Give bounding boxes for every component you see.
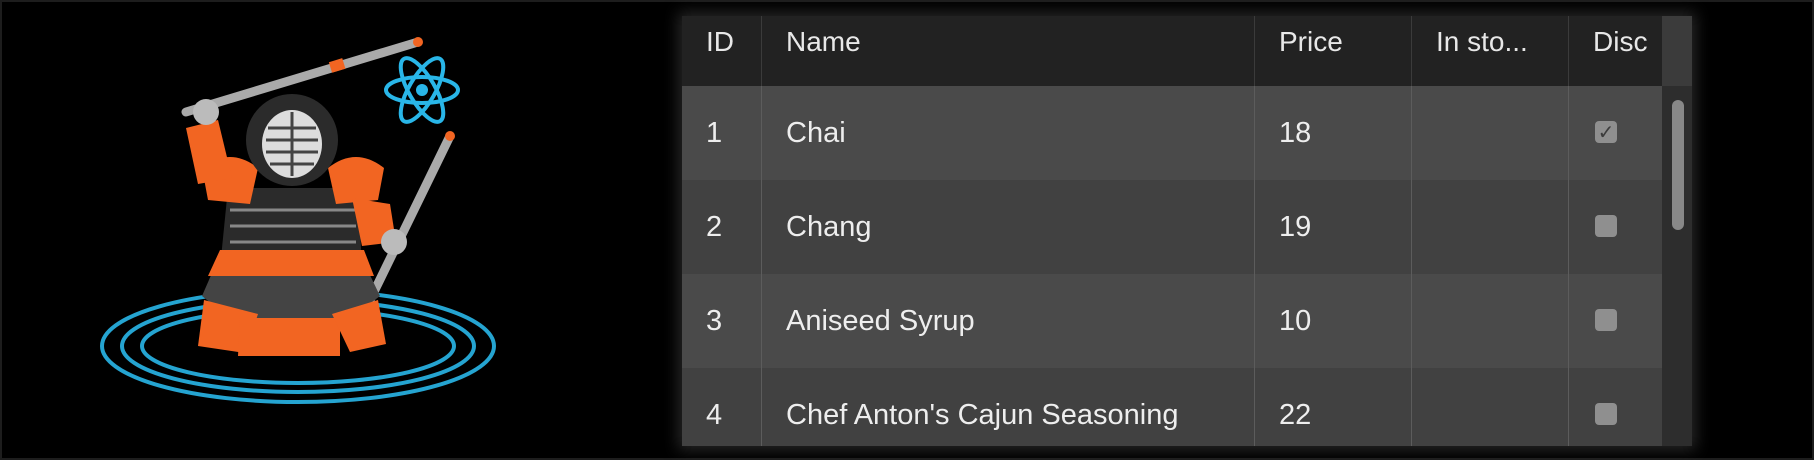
column-header-name[interactable]: Name xyxy=(762,16,1255,86)
discontinued-checkbox[interactable]: ✓ xyxy=(1595,121,1617,143)
cell-name: Chef Anton's Cajun Seasoning xyxy=(762,368,1255,446)
discontinued-checkbox[interactable] xyxy=(1595,309,1617,331)
discontinued-checkbox[interactable] xyxy=(1595,215,1617,237)
table-row[interactable]: 3 Aniseed Syrup 10 xyxy=(682,274,1662,368)
grid-header: ID Name Price In sto... Disc xyxy=(682,16,1662,86)
cell-id: 3 xyxy=(682,274,762,368)
products-grid: ID Name Price In sto... Disc 1 Chai 18 ✓… xyxy=(682,16,1692,446)
column-header-id[interactable]: ID xyxy=(682,16,762,86)
cell-in-stock xyxy=(1412,274,1569,368)
kendo-ninja-react-logo xyxy=(100,37,496,404)
cell-discontinued xyxy=(1569,180,1662,274)
cell-in-stock xyxy=(1412,86,1569,180)
cell-id: 4 xyxy=(682,368,762,446)
cell-price: 22 xyxy=(1255,368,1412,446)
table-row[interactable]: 2 Chang 19 xyxy=(682,180,1662,274)
cell-price: 10 xyxy=(1255,274,1412,368)
scrollbar-thumb[interactable] xyxy=(1672,100,1684,230)
cell-name: Aniseed Syrup xyxy=(762,274,1255,368)
cell-id: 2 xyxy=(682,180,762,274)
cell-name: Chang xyxy=(762,180,1255,274)
cell-discontinued xyxy=(1569,274,1662,368)
cell-price: 18 xyxy=(1255,86,1412,180)
vertical-scrollbar[interactable] xyxy=(1662,86,1692,446)
grid-body: 1 Chai 18 ✓ 2 Chang 19 3 Aniseed Syrup 1… xyxy=(682,86,1662,446)
cell-name: Chai xyxy=(762,86,1255,180)
cell-id: 1 xyxy=(682,86,762,180)
cell-discontinued xyxy=(1569,368,1662,446)
cell-in-stock xyxy=(1412,180,1569,274)
discontinued-checkbox[interactable] xyxy=(1595,403,1617,425)
cell-price: 19 xyxy=(1255,180,1412,274)
table-row[interactable]: 4 Chef Anton's Cajun Seasoning 22 xyxy=(682,368,1662,446)
column-header-discontinued[interactable]: Disc xyxy=(1569,16,1662,86)
table-row[interactable]: 1 Chai 18 ✓ xyxy=(682,86,1662,180)
column-header-in-stock[interactable]: In sto... xyxy=(1412,16,1569,86)
react-atom-icon xyxy=(384,56,460,124)
cell-in-stock xyxy=(1412,368,1569,446)
cell-discontinued: ✓ xyxy=(1569,86,1662,180)
column-header-price[interactable]: Price xyxy=(1255,16,1412,86)
